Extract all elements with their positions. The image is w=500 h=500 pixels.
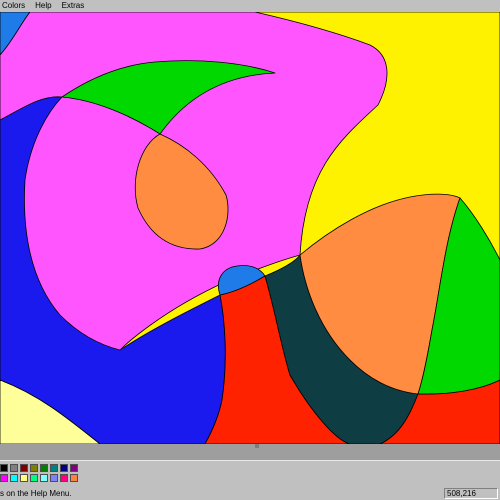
palette-swatch[interactable] bbox=[30, 474, 38, 482]
scrollbar-thumb[interactable] bbox=[255, 444, 259, 448]
palette-swatch[interactable] bbox=[70, 474, 78, 482]
palette-swatch[interactable] bbox=[70, 464, 78, 472]
palette-swatch[interactable] bbox=[0, 474, 8, 482]
status-bar: s on the Help Menu. 508,216 bbox=[0, 488, 500, 500]
drawing-canvas[interactable] bbox=[0, 12, 500, 444]
palette-swatch[interactable] bbox=[50, 474, 58, 482]
palette-swatch[interactable] bbox=[60, 474, 68, 482]
palette-swatch[interactable] bbox=[60, 464, 68, 472]
palette-swatch[interactable] bbox=[10, 464, 18, 472]
horizontal-scrollbar[interactable] bbox=[0, 444, 500, 460]
palette-swatch[interactable] bbox=[0, 464, 8, 472]
palette-swatch[interactable] bbox=[50, 464, 58, 472]
color-palette bbox=[0, 464, 78, 482]
menu-extras[interactable]: Extras bbox=[62, 0, 85, 12]
palette-swatch[interactable] bbox=[20, 464, 28, 472]
menu-bar: Colors Help Extras bbox=[0, 0, 500, 12]
status-message: s on the Help Menu. bbox=[0, 489, 72, 498]
palette-swatch[interactable] bbox=[20, 474, 28, 482]
palette-bar bbox=[0, 460, 500, 489]
cursor-coordinates: 508,216 bbox=[444, 488, 498, 499]
menu-help[interactable]: Help bbox=[35, 0, 51, 12]
palette-swatch[interactable] bbox=[10, 474, 18, 482]
palette-swatch[interactable] bbox=[40, 474, 48, 482]
palette-swatch[interactable] bbox=[30, 464, 38, 472]
palette-swatch[interactable] bbox=[40, 464, 48, 472]
menu-colors[interactable]: Colors bbox=[2, 0, 25, 12]
